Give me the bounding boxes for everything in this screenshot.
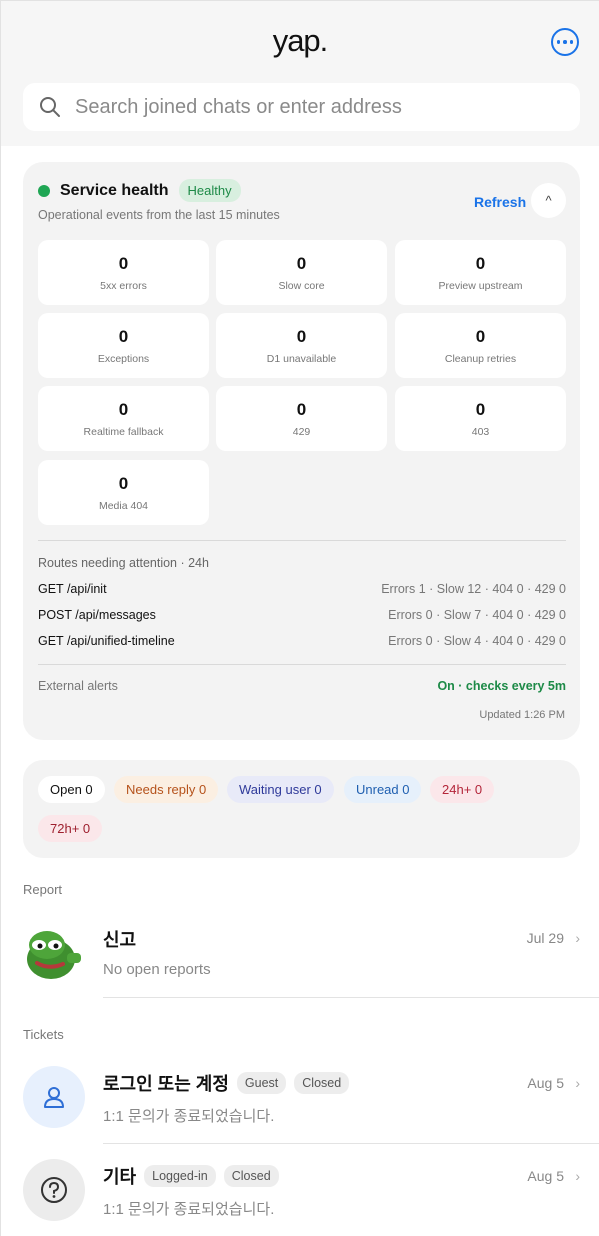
header: yap. (1, 1, 599, 146)
filter-chip-unread[interactable]: Unread 0 (344, 776, 422, 803)
tickets-section-label: Tickets (23, 1027, 64, 1042)
search-input[interactable] (75, 95, 555, 119)
refresh-button[interactable]: Refresh (474, 194, 526, 210)
ticket-title: 로그인 또는 계정 Guest Closed (103, 1070, 350, 1096)
metric-tile: 0 Slow core (216, 240, 387, 305)
route-path: GET /api/unified-timeline (38, 634, 175, 648)
metric-value: 0 (475, 254, 486, 273)
more-options-button[interactable] (551, 28, 579, 56)
dot-icon (556, 40, 561, 44)
metric-label: Media 404 (98, 500, 149, 512)
metric-value: 0 (475, 400, 486, 419)
chevron-up-icon: ^ (545, 193, 552, 208)
chevron-right-icon: › (575, 930, 580, 946)
route-stats: Errors 0 · Slow 4 · 404 0 · 429 0 (388, 634, 566, 648)
metric-value: 0 (296, 327, 307, 346)
filter-chip-24h[interactable]: 24h+ 0 (430, 776, 495, 803)
metric-label: 5xx errors (100, 280, 147, 292)
metric-tile: 0 429 (216, 386, 387, 451)
health-title-row: Service health Healthy (38, 179, 241, 202)
filter-chip-72h[interactable]: 72h+ 0 (38, 815, 103, 842)
metric-label: D1 unavailable (266, 353, 337, 365)
filter-chip-waiting-user[interactable]: Waiting user 0 (227, 776, 334, 803)
ticket-subtitle: 1:1 문의가 종료되었습니다. (103, 1108, 275, 1125)
row-divider (103, 1143, 599, 1144)
ticket-date: Aug 5 (527, 1168, 564, 1184)
user-icon (23, 1066, 85, 1128)
route-path: POST /api/messages (38, 608, 156, 622)
divider (38, 664, 566, 665)
route-row: GET /api/unified-timeline Errors 0 · Slo… (38, 634, 566, 648)
ticket-date: Aug 5 (527, 1075, 564, 1091)
metric-label: 403 (471, 426, 490, 438)
external-alerts-label: External alerts (38, 679, 118, 693)
collapse-button[interactable]: ^ (531, 183, 566, 218)
report-row[interactable]: 신고 No open reports Jul 29 › (1, 911, 599, 999)
route-row: POST /api/messages Errors 0 · Slow 7 · 4… (38, 608, 566, 622)
app-logo: yap. (272, 23, 329, 58)
ticket-tag-user-type: Logged-in (144, 1165, 216, 1187)
filter-chip-needs-reply[interactable]: Needs reply 0 (114, 776, 219, 803)
ticket-tag-status: Closed (223, 1165, 279, 1187)
metric-label: Preview upstream (438, 280, 523, 292)
route-path: GET /api/init (38, 582, 107, 596)
status-dot-icon (38, 184, 50, 197)
frog-avatar-icon (23, 923, 85, 985)
status-badge: Healthy (178, 179, 241, 202)
metric-value: 0 (118, 474, 129, 493)
chevron-right-icon: › (575, 1075, 580, 1091)
metric-value: 0 (296, 254, 307, 273)
filter-bar: Open 0 Needs reply 0 Waiting user 0 Unre… (23, 760, 580, 858)
metric-value: 0 (296, 400, 307, 419)
metric-tile: 0 D1 unavailable (216, 313, 387, 378)
external-alerts-status: On · checks every 5m (437, 679, 566, 693)
metric-value: 0 (118, 327, 129, 346)
metric-tile: 0 Media 404 (38, 460, 209, 525)
dot-icon (563, 40, 567, 44)
report-title: 신고 (103, 930, 137, 950)
ticket-tag-user-type: Guest (236, 1072, 287, 1094)
metric-tile: 0 Cleanup retries (395, 313, 566, 378)
report-section-label: Report (23, 882, 63, 897)
row-divider (103, 997, 599, 998)
search-bar[interactable] (23, 83, 580, 131)
health-title: Service health (60, 181, 169, 199)
metric-tile: 0 5xx errors (38, 240, 209, 305)
metric-value: 0 (118, 254, 129, 273)
question-icon (23, 1159, 85, 1221)
route-row: GET /api/init Errors 1 · Slow 12 · 404 0… (38, 582, 566, 596)
route-stats: Errors 0 · Slow 7 · 404 0 · 429 0 (388, 608, 566, 622)
filter-chip-open[interactable]: Open 0 (38, 776, 105, 803)
report-subtitle: No open reports (103, 961, 211, 978)
ticket-subtitle: 1:1 문의가 종료되었습니다. (103, 1201, 275, 1218)
metric-label: Cleanup retries (444, 353, 517, 365)
metric-value: 0 (118, 400, 129, 419)
report-date: Jul 29 (526, 930, 564, 946)
ticket-tag-status: Closed (294, 1072, 350, 1094)
metric-label: Exceptions (97, 353, 150, 365)
divider (38, 540, 566, 541)
app-window: yap. Service health Healthy Operational … (0, 0, 599, 1236)
routes-title: Routes needing attention · 24h (38, 556, 209, 570)
chevron-right-icon: › (575, 1168, 580, 1184)
metric-value: 0 (475, 327, 486, 346)
metric-label: Realtime fallback (83, 426, 164, 438)
health-subtitle: Operational events from the last 15 minu… (38, 208, 280, 222)
route-stats: Errors 1 · Slow 12 · 404 0 · 429 0 (381, 582, 566, 596)
metric-label: 429 (292, 426, 311, 438)
ticket-title: 기타 Logged-in Closed (103, 1163, 279, 1189)
metric-tile: 0 403 (395, 386, 566, 451)
service-health-card: Service health Healthy Operational event… (23, 162, 580, 740)
ticket-title-text: 기타 (103, 1167, 137, 1187)
ticket-title-text: 로그인 또는 계정 (103, 1074, 229, 1094)
metric-label: Slow core (278, 280, 325, 292)
metric-tile: 0 Exceptions (38, 313, 209, 378)
updated-timestamp: Updated 1:26 PM (479, 709, 565, 721)
dot-icon (569, 40, 574, 44)
ticket-row[interactable]: 기타 Logged-in Closed 1:1 문의가 종료되었습니다. Aug… (1, 1149, 599, 1236)
ticket-row[interactable]: 로그인 또는 계정 Guest Closed 1:1 문의가 종료되었습니다. … (1, 1056, 599, 1144)
metric-tile: 0 Preview upstream (395, 240, 566, 305)
search-icon (40, 97, 60, 117)
metric-tile: 0 Realtime fallback (38, 386, 209, 451)
